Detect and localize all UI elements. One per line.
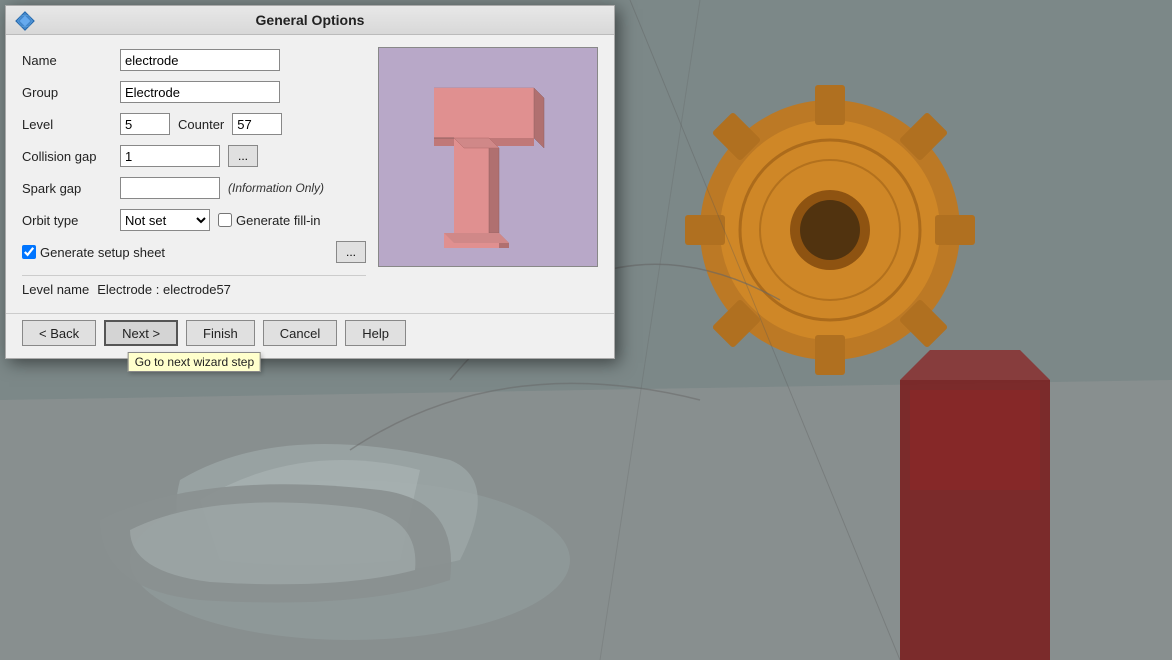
collision-gap-label: Collision gap — [22, 149, 112, 164]
counter-group: Counter — [178, 113, 282, 135]
dialog-form: Name Group Level Counter C — [22, 47, 366, 301]
spark-gap-row: Spark gap (Information Only) — [22, 175, 366, 201]
title-icon — [14, 10, 36, 32]
level-label: Level — [22, 117, 112, 132]
generate-setup-sheet-row: Generate setup sheet ... — [22, 239, 366, 265]
help-button[interactable]: Help — [345, 320, 406, 346]
generate-fill-in-label: Generate fill-in — [236, 213, 321, 228]
level-input[interactable] — [120, 113, 170, 135]
next-button-wrapper: Next > Go to next wizard step — [104, 320, 178, 346]
electrode-preview-panel — [378, 47, 598, 267]
group-input[interactable] — [120, 81, 280, 103]
generate-fill-in-checkbox-label: Generate fill-in — [218, 213, 321, 228]
name-input[interactable] — [120, 49, 280, 71]
name-label: Name — [22, 53, 112, 68]
collision-gap-row: Collision gap ... — [22, 143, 366, 169]
next-button-tooltip: Go to next wizard step — [128, 352, 261, 372]
counter-label: Counter — [178, 117, 224, 132]
collision-gap-input[interactable] — [120, 145, 220, 167]
dialog-titlebar: General Options — [6, 6, 614, 35]
level-name-label: Level name — [22, 282, 89, 297]
setup-sheet-browse-button[interactable]: ... — [336, 241, 366, 263]
electrode-preview-svg — [379, 48, 598, 267]
cancel-button[interactable]: Cancel — [263, 320, 337, 346]
collision-gap-browse-button[interactable]: ... — [228, 145, 258, 167]
dialog-buttons-row: < Back Next > Go to next wizard step Fin… — [6, 313, 614, 358]
group-row: Group — [22, 79, 366, 105]
generate-setup-sheet-checkbox-label: Generate setup sheet — [22, 245, 165, 260]
generate-setup-sheet-checkbox[interactable] — [22, 245, 36, 259]
group-label: Group — [22, 85, 112, 100]
spark-gap-input[interactable] — [120, 177, 220, 199]
orbit-type-select[interactable]: Not set Type 1 Type 2 Type 3 — [120, 209, 210, 231]
dialog-body: Name Group Level Counter C — [6, 35, 614, 313]
orbit-type-row: Orbit type Not set Type 1 Type 2 Type 3 … — [22, 207, 366, 233]
next-button[interactable]: Next > — [104, 320, 178, 346]
name-row: Name — [22, 47, 366, 73]
counter-input[interactable] — [232, 113, 282, 135]
level-name-row: Level name Electrode : electrode57 — [22, 275, 366, 301]
orbit-type-label: Orbit type — [22, 213, 112, 228]
spark-gap-info: (Information Only) — [228, 181, 324, 195]
finish-button[interactable]: Finish — [186, 320, 255, 346]
level-counter-row: Level Counter — [22, 111, 366, 137]
generate-setup-sheet-label: Generate setup sheet — [40, 245, 165, 260]
generate-fill-in-checkbox[interactable] — [218, 213, 232, 227]
spark-gap-label: Spark gap — [22, 181, 112, 196]
dialog-title: General Options — [256, 12, 365, 28]
level-name-value: Electrode : electrode57 — [97, 282, 231, 297]
general-options-dialog: General Options Name Group Level — [5, 5, 615, 359]
back-button[interactable]: < Back — [22, 320, 96, 346]
